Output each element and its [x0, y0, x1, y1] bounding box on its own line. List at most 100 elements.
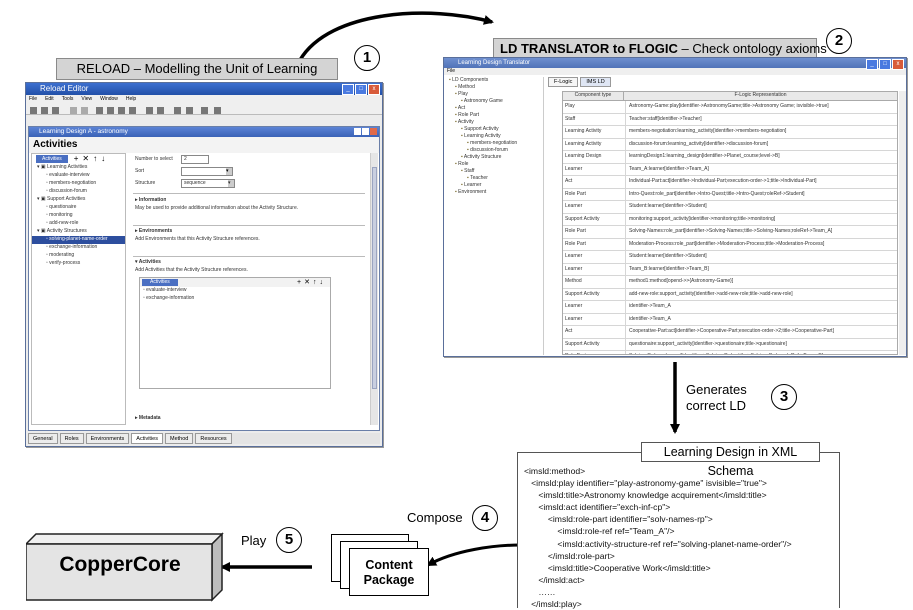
tree-item[interactable]: ▫ members-negotiation — [32, 180, 125, 188]
table-row[interactable]: Role PartSolving-Order:role_part[identif… — [563, 351, 897, 354]
component-tree-item[interactable]: ▪ Play — [446, 91, 543, 98]
tree-item[interactable]: ▫ moderating — [32, 252, 125, 260]
tab-general[interactable]: General — [28, 433, 58, 444]
cell-component-type: Act — [563, 176, 626, 188]
table-row[interactable]: Play Astronomy-Game:play[identifier->Astr… — [563, 101, 897, 114]
component-tree-item[interactable]: ▪ Astronomy Game — [446, 98, 543, 105]
tab-method[interactable]: Method — [164, 433, 194, 444]
minimize-icon[interactable]: _ — [866, 59, 878, 70]
minimize-icon[interactable]: _ — [342, 84, 354, 95]
col-flogic-representation[interactable]: F-Logic Representation — [624, 92, 897, 100]
component-tree-item[interactable]: ▪ Act — [446, 105, 543, 112]
tree-header[interactable]: Activities — [36, 155, 68, 163]
component-tree-item[interactable]: ▪ members-negotiation — [446, 140, 543, 147]
xml-line: </imsld:play> — [524, 599, 582, 610]
translator-title: Learning Design Translator — [458, 60, 531, 66]
information-heading[interactable]: ▸ Information — [135, 197, 166, 204]
content-package: Content Package — [349, 548, 429, 596]
structure-select[interactable]: sequence ▾ — [181, 179, 235, 188]
table-row[interactable]: Act Cooperative-Part:act[identifier->Coop… — [563, 326, 897, 339]
table-row[interactable]: Learner Team_A:learner[identifier->Team_A… — [563, 163, 897, 176]
cell-flogic: Team_B:learner[identifier->Team_B] — [629, 265, 709, 272]
component-tree-item[interactable]: ▪ Learner — [446, 182, 543, 189]
table-row[interactable]: Learner Student:learner[identifier->Stude… — [563, 201, 897, 214]
menu-item[interactable]: View — [81, 96, 92, 102]
component-tree-item[interactable]: ▪ Role Part — [446, 112, 543, 119]
table-row[interactable]: Learning Design learningDesign1:learning_… — [563, 151, 897, 164]
table-row[interactable]: Learner identifier->Team_A — [563, 313, 897, 326]
activities-list-item[interactable]: ▫ evaluate-interview — [140, 287, 330, 295]
tree-actions-icons[interactable]: +✕↑↓ — [74, 155, 109, 163]
tree-item[interactable]: ▫ add-new-role — [32, 220, 125, 228]
component-tree-item[interactable]: ▪ Learning Activity — [446, 133, 543, 140]
tree-item[interactable]: ▫ monitoring — [32, 212, 125, 220]
step4-number: 4 — [472, 505, 498, 531]
component-tree-item[interactable]: ▪ Activity Structure — [446, 154, 543, 161]
list-actions-icons[interactable]: +✕↑↓ — [297, 279, 326, 287]
vertical-scrollbar[interactable] — [370, 153, 378, 425]
table-row[interactable]: Staff Teacher:staff[identifier->Teacher] — [563, 113, 897, 126]
tree-item[interactable]: ▫ discussion-forum — [32, 188, 125, 196]
table-row[interactable]: Act Individual-Part:act[identifier->Indiv… — [563, 176, 897, 189]
menu-item[interactable]: Window — [100, 96, 118, 102]
maximize-icon[interactable]: □ — [879, 59, 891, 70]
tab-activities[interactable]: Activities — [131, 433, 163, 444]
tab-resources[interactable]: Resources — [195, 433, 232, 444]
tab-environments[interactable]: Environments — [85, 433, 130, 444]
menu-item[interactable]: File — [29, 96, 37, 102]
table-row[interactable]: Role Part Intro-Quest:role_part[identifie… — [563, 188, 897, 201]
sort-label: Sort — [135, 168, 145, 174]
close-icon[interactable]: x — [892, 59, 904, 70]
table-row[interactable]: Learner identifier->Team_A — [563, 301, 897, 314]
activities-list-item[interactable]: ▫ exchange-information — [140, 295, 330, 303]
tree-item[interactable]: ▫ verify-process — [32, 260, 125, 268]
tree-item[interactable]: ▫ evaluate-interview — [32, 172, 125, 180]
close-icon[interactable]: x — [368, 84, 380, 95]
component-tree-item[interactable]: ▪ Staff — [446, 168, 543, 175]
translator-scrollbar[interactable] — [899, 91, 906, 355]
col-component-type[interactable]: Component type — [563, 92, 624, 100]
table-row[interactable]: Learner Student:learner[identifier->Stude… — [563, 251, 897, 264]
component-tree-item[interactable]: ▪ Method — [446, 84, 543, 91]
toolbar-icons[interactable] — [26, 105, 286, 116]
tab-ims-ld[interactable]: IMS LD — [580, 77, 611, 87]
component-tree-item[interactable]: ▪ Role — [446, 161, 543, 168]
environments-heading[interactable]: ▸ Environments — [135, 228, 172, 235]
menu-item[interactable]: Help — [126, 96, 136, 102]
component-tree-item[interactable]: ▪ Support Activity — [446, 126, 543, 133]
component-tree-item[interactable]: ▪ Teacher — [446, 175, 543, 182]
metadata-heading[interactable]: ▸ Metadata — [135, 415, 161, 422]
table-row[interactable]: Support Activity add-new-role:support_act… — [563, 288, 897, 301]
tree-group[interactable]: ▾ ▣ Support Activities — [32, 196, 125, 204]
table-row[interactable]: Method method1:method[opend->>{Astronomy-… — [563, 276, 897, 289]
cell-flogic: identifier->Team_A — [629, 315, 671, 322]
component-tree-item[interactable]: ▪ discussion-forum — [446, 147, 543, 154]
tree-item[interactable]: ▫ exchange-information — [32, 244, 125, 252]
folder-icon: ▾ ▣ — [37, 196, 48, 202]
table-row[interactable]: Support Activity questionaire:support_act… — [563, 338, 897, 351]
file-menu[interactable]: File — [447, 68, 455, 74]
component-tree-item[interactable]: ▪ Environment — [446, 189, 543, 196]
menu-item[interactable]: Tools — [62, 96, 74, 102]
tree-item[interactable]: ▫ questionaire — [32, 204, 125, 212]
number-to-select-input[interactable]: 2 — [181, 155, 209, 164]
table-row[interactable]: Support Activity monitoring:support_activ… — [563, 213, 897, 226]
table-row[interactable]: Learner Team_B:learner[identifier->Team_B… — [563, 263, 897, 276]
table-row[interactable]: Learning Activity discussion-forum:learni… — [563, 138, 897, 151]
tab-roles[interactable]: Roles — [59, 433, 84, 444]
menu-item[interactable]: Edit — [45, 96, 54, 102]
table-row[interactable]: Role Part Solving-Names:role_part[identif… — [563, 226, 897, 239]
activities-section-heading[interactable]: ▾ Activities — [135, 259, 161, 266]
cell-flogic: questionaire:support_activity[identifier… — [629, 340, 787, 347]
tree-group[interactable]: ▾ ▣ Learning Activities — [32, 164, 125, 172]
component-tree-item[interactable]: ▪ LD Components — [446, 77, 543, 84]
maximize-icon[interactable]: □ — [355, 84, 367, 95]
table-row[interactable]: Learning Activity members-negotiation:lea… — [563, 126, 897, 139]
sort-select[interactable]: ▾ — [181, 167, 233, 176]
component-tree-item[interactable]: ▪ Activity — [446, 119, 543, 126]
tree-item[interactable]: ▫ solving-planet-name-order — [32, 236, 125, 244]
table-row[interactable]: Role Part Moderation-Process:role_part[id… — [563, 238, 897, 251]
tab-flogic[interactable]: F-Logic — [548, 77, 579, 87]
tree-group[interactable]: ▾ ▣ Activity Structures — [32, 228, 125, 236]
activities-list-header[interactable]: Activities — [142, 279, 178, 286]
